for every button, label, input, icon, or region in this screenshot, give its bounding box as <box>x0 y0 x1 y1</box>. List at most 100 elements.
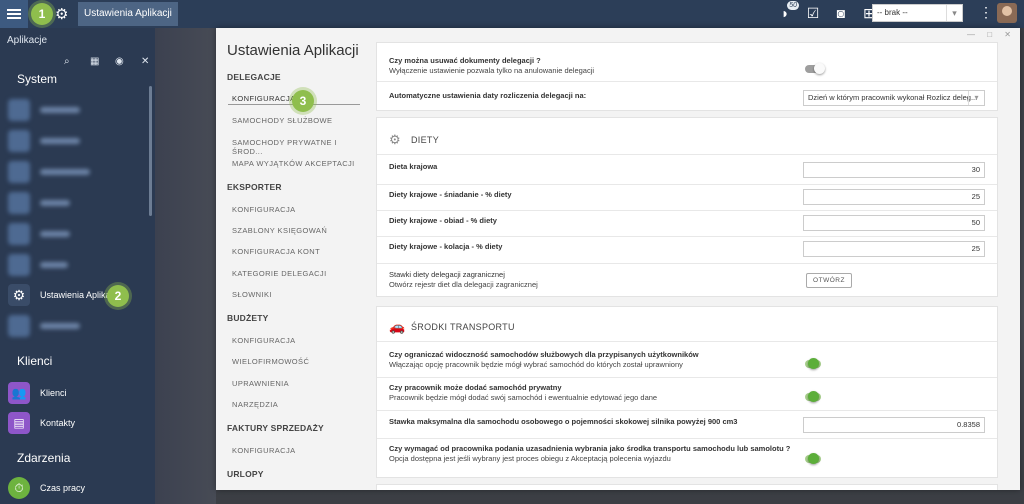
nav-section-urlopy: URLOPY <box>227 469 264 479</box>
gears-icon: ⚙ <box>8 284 30 306</box>
toggle-widocznosc[interactable] <box>805 358 821 369</box>
sidebar-item-kontakty[interactable]: ▤ Kontakty <box>8 411 148 435</box>
nav-item-szablony[interactable]: SZABLONY KSIĘGOWAŃ <box>232 226 327 235</box>
setting-title: Czy można usuwać dokumenty delegacji ? <box>389 56 541 65</box>
input-kolacja[interactable]: 25 <box>803 241 985 257</box>
sidebar-item-blurred-6[interactable] <box>8 253 148 277</box>
setting-title: Czy wymagać od pracownika podania uzasad… <box>389 444 791 453</box>
search-icon[interactable]: ⌕ <box>57 52 70 70</box>
divider <box>377 377 997 378</box>
nav-item-konfiguracja-faktury[interactable]: KONFIGURACJA <box>232 446 296 455</box>
setting-row-widocznosc: Czy ograniczać widoczność samochodów słu… <box>389 350 985 369</box>
step-badge-3: 3 <box>292 90 314 112</box>
rss-icon[interactable]: ◗ 50 <box>776 1 799 22</box>
setting-title: Stawki diety delegacji zagranicznej <box>389 270 505 279</box>
input-dieta-krajowa[interactable]: 30 <box>803 162 985 178</box>
eye-icon[interactable]: ◉ <box>108 52 124 70</box>
open-button[interactable]: OTWÓRZ <box>806 273 852 288</box>
sidebar-item-blurred-7[interactable] <box>8 314 148 338</box>
step-badge-2: 2 <box>107 285 129 307</box>
sidebar-header-label: Aplikacje <box>7 34 48 46</box>
sidebar-item-czas-pracy[interactable]: ⏱ Czas pracy <box>8 476 148 500</box>
sidebar-item-label: Klienci <box>40 388 67 398</box>
select-data-rozliczenia[interactable]: Dzień w którym pracownik wykonał Rozlicz… <box>803 90 985 106</box>
divider <box>377 341 997 342</box>
sidebar-item-blurred-5[interactable] <box>8 222 148 246</box>
card-title: DIETY <box>411 135 440 145</box>
nav-section-budzety: BUDŻETY <box>227 313 269 323</box>
card-delegacje-settings: Czy można usuwać dokumenty delegacji ? W… <box>376 42 998 111</box>
divider <box>377 236 997 237</box>
sidebar-header: Aplikacje <box>0 31 155 49</box>
select-value: Dzień w którym pracownik wykonał Rozlicz… <box>808 93 978 102</box>
divider <box>377 263 997 264</box>
app-tab[interactable]: Ustawienia Aplikacji <box>78 2 178 26</box>
left-sidebar: Aplikacje ⌕ ▦ ◉ ✕ System ⚙ Ustawienia Ap… <box>0 28 155 504</box>
sidebar-item-label: Kontakty <box>40 418 76 428</box>
nav-item-slowniki[interactable]: SŁOWNIKI <box>232 290 272 299</box>
card-title: ŚRODKI TRANSPORTU <box>411 322 515 332</box>
sidebar-item-blurred-1[interactable] <box>8 98 148 122</box>
setting-row-stawki-zagraniczne: Stawki diety delegacji zagranicznej Otwó… <box>389 270 985 289</box>
setting-subtitle: Opcja dostępna jest jeśli wybrany jest p… <box>389 454 671 463</box>
settings-nav: DELEGACJE KONFIGURACJA SAMOCHODY SŁUŻBOW… <box>216 68 366 490</box>
topbar-select[interactable]: -- brak -- ▾ <box>872 4 963 22</box>
toggle-usuwanie[interactable] <box>805 63 825 74</box>
settings-content: Czy można usuwać dokumenty delegacji ? W… <box>376 42 998 490</box>
avatar[interactable] <box>997 3 1017 23</box>
nav-item-wielofirmowosc[interactable]: WIELOFIRMOWOŚĆ <box>232 357 309 366</box>
contact-card-icon: ▤ <box>8 412 30 434</box>
background-tile <box>155 28 216 504</box>
divider <box>377 438 997 439</box>
car-icon: 🚗 <box>389 319 406 334</box>
section-zdarzenia: Zdarzenia <box>17 451 71 465</box>
sidebar-item-blurred-3[interactable] <box>8 160 148 184</box>
hamburger-menu-icon[interactable] <box>0 0 28 28</box>
modal-title: Ustawienia Aplikacji <box>227 42 359 59</box>
card-diety: ⚙ DIETY Dieta krajowa 30 Diety krajowe -… <box>376 117 998 297</box>
setting-subtitle: Włączając opcję pracownik będzie mógł wy… <box>389 360 683 369</box>
nav-item-samochody-sluzbowe[interactable]: SAMOCHODY SŁUŻBOWE <box>232 116 332 125</box>
stopwatch-icon: ⏱ <box>8 477 30 499</box>
gears-icon[interactable]: ⚙ <box>55 5 68 23</box>
chat-icon[interactable]: ◙ <box>832 4 850 22</box>
card-header-diety: ⚙ DIETY <box>389 132 439 148</box>
input-sniadanie[interactable]: 25 <box>803 189 985 205</box>
nav-item-konfiguracja-delegacje[interactable]: KONFIGURACJA <box>232 94 296 103</box>
close-icon[interactable]: ✕ <box>134 52 149 70</box>
input-stawka-maksymalna[interactable]: 0.8358 <box>803 417 985 433</box>
more-vertical-icon[interactable]: ⋮ <box>979 4 993 21</box>
divider <box>377 154 997 155</box>
nav-item-konfiguracja-eksporter[interactable]: KONFIGURACJA <box>232 205 296 214</box>
step-badge-1: 1 <box>31 3 53 25</box>
input-obiad[interactable]: 50 <box>803 215 985 231</box>
topbar-icons: ◗ 50 ☑ ◙ ⊞ <box>776 1 878 22</box>
nav-item-mapa-wyjatkow[interactable]: MAPA WYJĄTKÓW AKCEPTACJI <box>232 159 355 168</box>
window-controls[interactable]: — □ ✕ <box>967 30 1016 39</box>
toggle-samochod-prywatny[interactable] <box>805 391 821 402</box>
nav-item-uprawnienia[interactable]: UPRAWNIENIA <box>232 379 289 388</box>
sidebar-item-blurred-2[interactable] <box>8 129 148 153</box>
nav-section-faktury: FAKTURY SPRZEDAŻY <box>227 423 324 433</box>
top-bar: 1 ⚙ Ustawienia Aplikacji ◗ 50 ☑ ◙ ⊞ -- br… <box>0 0 1024 28</box>
nav-item-konfiguracja-kont[interactable]: KONFIGURACJA KONT <box>232 247 320 256</box>
card-next <box>376 484 998 490</box>
chevron-down-icon: ▾ <box>968 91 984 105</box>
sidebar-item-klienci[interactable]: 👥 Klienci <box>8 381 148 405</box>
sidebar-scrollbar[interactable] <box>149 86 152 216</box>
card-header-transport: 🚗 ŚRODKI TRANSPORTU <box>389 319 515 335</box>
toggle-uzasadnienie[interactable] <box>805 453 821 464</box>
grid-icon[interactable]: ▦ <box>83 52 99 70</box>
nav-section-eksporter: EKSPORTER <box>227 182 282 192</box>
nav-item-kategorie[interactable]: KATEGORIE DELEGACJI <box>232 269 327 278</box>
notification-count: 50 <box>787 1 799 10</box>
topbar-select-value: -- brak -- <box>877 8 908 17</box>
setting-title: Czy ograniczać widoczność samochodów słu… <box>389 350 699 359</box>
gears-icon: ⚙ <box>389 132 401 147</box>
nav-item-narzedzia[interactable]: NARZĘDZIA <box>232 400 278 409</box>
sidebar-item-blurred-4[interactable] <box>8 191 148 215</box>
nav-item-samochody-prywatne[interactable]: SAMOCHODY PRYWATNE I ŚROD... <box>232 138 366 156</box>
card-srodki-transportu: 🚗 ŚRODKI TRANSPORTU Czy ograniczać widoc… <box>376 306 998 478</box>
nav-item-konfiguracja-budzety[interactable]: KONFIGURACJA <box>232 336 296 345</box>
tasks-calendar-icon[interactable]: ☑ <box>804 4 822 22</box>
